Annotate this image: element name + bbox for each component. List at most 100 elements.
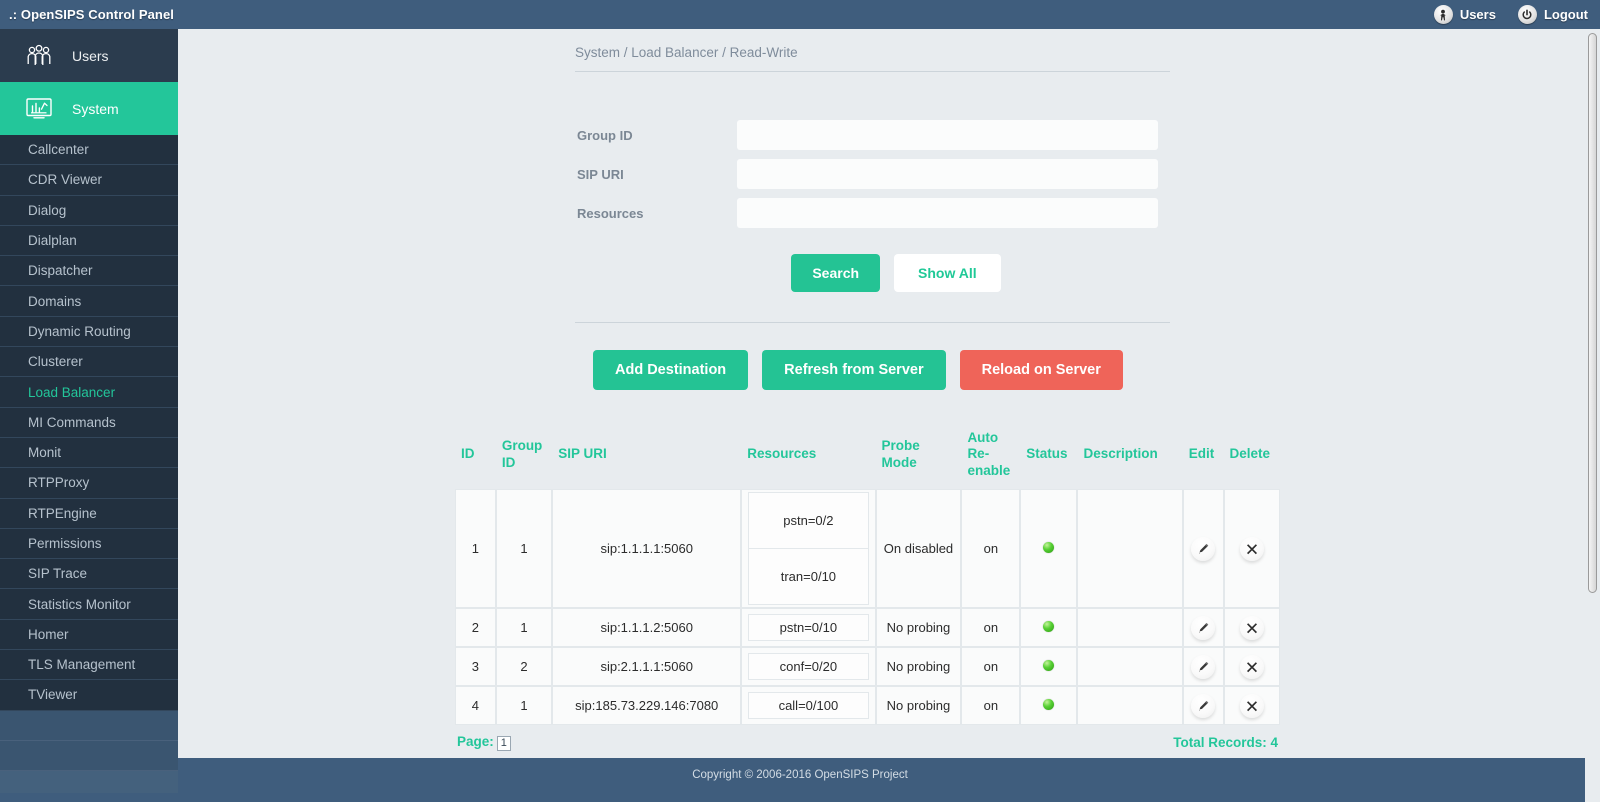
sidebar-item-tviewer[interactable]: TViewer (0, 680, 178, 711)
breadcrumb-divider (575, 71, 1170, 72)
form-divider (575, 322, 1170, 323)
field-row-group-id: Group ID (575, 120, 1195, 150)
sidebar-item-statistics-monitor[interactable]: Statistics Monitor (0, 589, 178, 620)
cell-id: 3 (455, 647, 496, 687)
sidebar-item-permissions[interactable]: Permissions (0, 528, 178, 560)
cell-probe-mode: No probing (875, 608, 962, 648)
cell-probe-mode: No probing (875, 647, 962, 687)
cell-resources: pstn=0/10 (741, 608, 876, 648)
x-cross-icon[interactable] (1239, 654, 1264, 679)
users-group-icon (22, 42, 56, 70)
resources-label: Resources (577, 205, 644, 221)
sidebar-item-tls-management[interactable]: TLS Management (0, 650, 178, 681)
status-led-icon (1043, 621, 1055, 633)
sidebar-item-callcenter[interactable]: Callcenter (0, 135, 178, 166)
cell-resources: call=0/100 (741, 686, 876, 726)
resources-table: conf=0/20 (748, 653, 869, 681)
cell-sip-uri: sip:1.1.1.2:5060 (552, 608, 742, 648)
person-icon (1433, 5, 1453, 24)
sidebar-item-dispatcher[interactable]: Dispatcher (0, 256, 178, 287)
cell-group-id: 1 (495, 608, 553, 648)
page-scrollbar-thumb[interactable] (1588, 33, 1597, 593)
cell-delete (1223, 686, 1280, 726)
top-logout-button[interactable]: Logout (1517, 5, 1588, 24)
th-description: Description (1083, 446, 1158, 462)
sidebar-item-label: Monit (28, 445, 62, 461)
sip-uri-input[interactable] (737, 159, 1158, 189)
pencil-icon[interactable] (1191, 654, 1216, 679)
sidebar-section-users[interactable]: Users (0, 29, 178, 82)
sidebar-item-sip-trace[interactable]: SIP Trace (0, 559, 178, 590)
sidebar-item-rtpproxy[interactable]: RTPProxy (0, 468, 178, 499)
cell-delete (1223, 608, 1280, 648)
cell-resources: pstn=0/2 tran=0/10 (741, 489, 876, 609)
field-row-sip-uri: SIP URI (575, 159, 1195, 189)
sidebar-item-label: CDR Viewer (28, 172, 103, 188)
resources-table: pstn=0/10 (748, 614, 869, 642)
pencil-icon[interactable] (1191, 693, 1216, 718)
table-footer: Page: 1 Total Records: 4 (455, 734, 1280, 752)
sidebar-item-mi-commands[interactable]: MI Commands (0, 407, 178, 438)
status-led-icon (1043, 542, 1055, 554)
x-cross-icon[interactable] (1239, 693, 1264, 718)
sidebar-blank-row-2 (0, 740, 178, 772)
sidebar-item-rtpengine[interactable]: RTPEngine (0, 498, 178, 529)
sidebar-item-label: Homer (28, 626, 69, 642)
th-status: Status (1026, 446, 1068, 462)
sidebar-item-homer[interactable]: Homer (0, 619, 178, 651)
sidebar-item-label: TViewer (28, 687, 78, 703)
sidebar-section-system[interactable]: System (0, 82, 178, 135)
cell-sip-uri: sip:185.73.229.146:7080 (552, 686, 742, 726)
cell-delete (1223, 647, 1280, 687)
resource-value: pstn=0/2 (748, 492, 869, 550)
cell-id: 4 (455, 686, 496, 726)
group-id-label: Group ID (577, 127, 633, 143)
pencil-icon[interactable] (1191, 536, 1216, 561)
resources-table: pstn=0/2 tran=0/10 (748, 492, 869, 606)
th-group-id: Group ID (501, 438, 543, 470)
breadcrumb: System / Load Balancer / Read-Write (575, 45, 798, 60)
sidebar-item-monit[interactable]: Monit (0, 437, 178, 469)
cell-edit (1182, 686, 1224, 726)
x-cross-icon[interactable] (1239, 615, 1264, 640)
top-users-button[interactable]: Users (1433, 5, 1496, 24)
table-row: 4 1 sip:185.73.229.146:7080 call=0/100 No pr… (455, 686, 1280, 726)
cell-auto-reenable: on (961, 686, 1021, 726)
cell-sip-uri: sip:1.1.1.1:5060 (552, 489, 742, 609)
sidebar-item-label: TLS Management (28, 657, 136, 673)
page-number[interactable]: 1 (496, 736, 511, 752)
pencil-icon[interactable] (1191, 615, 1216, 640)
resource-row: conf=0/20 (748, 653, 869, 681)
resources-table: call=0/100 (748, 692, 869, 720)
top-logout-label: Logout (1543, 7, 1588, 22)
table-head: ID Group ID SIP URI Resources Probe Mode… (455, 426, 1280, 489)
sidebar-menu: Callcenter CDR Viewer Dialog Dialplan Dispat… (0, 135, 178, 711)
search-button[interactable]: Search (791, 254, 881, 292)
sidebar-item-dialog[interactable]: Dialog (0, 195, 178, 226)
sidebar-item-load-balancer[interactable]: Load Balancer (0, 377, 178, 408)
show-all-button[interactable]: Show All (894, 254, 1001, 292)
sidebar-item-clusterer[interactable]: Clusterer (0, 347, 178, 378)
refresh-from-server-button[interactable]: Refresh from Server (762, 350, 946, 390)
th-probe-mode: Probe Mode (881, 438, 920, 470)
resource-value: tran=0/10 (748, 548, 869, 606)
sidebar-item-cdr-viewer[interactable]: CDR Viewer (0, 165, 178, 196)
cell-sip-uri: sip:2.1.1.1:5060 (552, 647, 742, 687)
sidebar-blank-row-1 (0, 710, 178, 741)
add-destination-button[interactable]: Add Destination (593, 350, 749, 390)
table-body: 1 1 sip:1.1.1.1:5060 pstn=0/2 tran=0/10 On di… (455, 489, 1280, 726)
sidebar-item-domains[interactable]: Domains (0, 286, 178, 317)
reload-on-server-button[interactable]: Reload on Server (959, 350, 1123, 390)
x-cross-icon[interactable] (1239, 536, 1264, 561)
group-id-input[interactable] (737, 120, 1158, 150)
top-bar-actions: Users Logout (1433, 5, 1600, 24)
cell-description (1077, 489, 1183, 609)
resources-input[interactable] (737, 198, 1158, 228)
sidebar-item-dialplan[interactable]: Dialplan (0, 225, 178, 257)
sidebar-item-dynamic-routing[interactable]: Dynamic Routing (0, 316, 178, 348)
cell-description (1077, 686, 1183, 726)
table-row: 2 1 sip:1.1.1.2:5060 pstn=0/10 No probing on (455, 608, 1280, 648)
cell-description (1077, 647, 1183, 687)
pagination: Page: 1 (457, 734, 511, 752)
cell-resources: conf=0/20 (741, 647, 876, 687)
